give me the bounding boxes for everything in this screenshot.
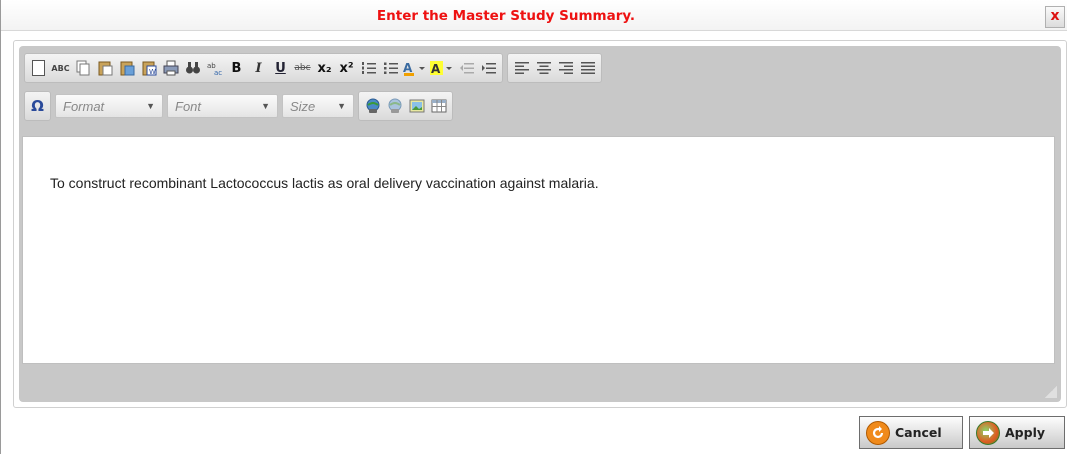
apply-button-label: Apply (1005, 425, 1046, 440)
dialog-titlebar: Enter the Master Study Summary. x (1, 0, 1067, 31)
toolbar-row-1: ABC W ab ac B I U abc x₂ x² A A (24, 53, 602, 83)
svg-text:W: W (149, 68, 156, 76)
chevron-down-icon: ▼ (261, 101, 270, 111)
align-right-icon[interactable] (556, 58, 575, 78)
justify-icon[interactable] (578, 58, 597, 78)
paste-icon[interactable] (95, 58, 114, 78)
numbered-list-icon[interactable] (359, 58, 378, 78)
special-char-icon[interactable]: Ω (28, 96, 47, 116)
strikethrough-icon[interactable]: abc (293, 58, 312, 78)
font-select-label: Font (175, 98, 202, 114)
italic-icon[interactable]: I (249, 58, 268, 78)
subscript-icon[interactable]: x₂ (315, 58, 334, 78)
svg-text:ac: ac (214, 69, 222, 76)
svg-text:A: A (403, 61, 413, 75)
table-icon[interactable] (429, 96, 448, 116)
superscript-icon[interactable]: x² (337, 58, 356, 78)
size-select[interactable]: Size ▼ (282, 94, 354, 118)
rich-text-editor: ABC W ab ac B I U abc x₂ x² A A Ω Format… (13, 40, 1067, 408)
underline-icon[interactable]: U (271, 58, 290, 78)
apply-button[interactable]: Apply (969, 416, 1065, 449)
editor-content-area[interactable]: To construct recombinant Lactococcus lac… (22, 136, 1055, 364)
toolbar-group-insert (358, 91, 453, 121)
link-icon[interactable] (363, 96, 382, 116)
svg-text:A: A (431, 62, 441, 76)
image-icon[interactable] (407, 96, 426, 116)
format-select-label: Format (63, 98, 105, 114)
toolbar-row-2: Ω Format ▼ Font ▼ Size ▼ (24, 91, 453, 121)
indent-icon[interactable] (479, 58, 498, 78)
close-button[interactable]: x (1045, 6, 1065, 28)
new-page-icon[interactable] (29, 58, 48, 78)
align-left-icon[interactable] (512, 58, 531, 78)
toolbar-group-formatting: ABC W ab ac B I U abc x₂ x² A A (24, 53, 503, 83)
spell-check-icon[interactable]: ABC (51, 58, 70, 78)
bullet-list-icon[interactable] (381, 58, 400, 78)
cancel-icon (866, 420, 890, 445)
replace-icon[interactable]: ab ac (205, 58, 224, 78)
background-color-icon[interactable]: A (430, 58, 454, 78)
print-icon[interactable] (161, 58, 180, 78)
resize-handle[interactable] (1045, 386, 1057, 398)
toolbar-group-alignment (507, 53, 602, 83)
editor-frame: ABC W ab ac B I U abc x₂ x² A A Ω Format… (19, 46, 1061, 402)
toolbar-group-special: Ω (24, 91, 51, 121)
bold-icon[interactable]: B (227, 58, 246, 78)
font-select[interactable]: Font ▼ (167, 94, 278, 118)
copy-icon[interactable] (73, 58, 92, 78)
summary-dialog: Enter the Master Study Summary. x ABC W … (0, 0, 1067, 454)
editor-text: To construct recombinant Lactococcus lac… (50, 175, 599, 191)
dialog-title: Enter the Master Study Summary. (376, 8, 636, 24)
cancel-button[interactable]: Cancel (859, 416, 963, 449)
apply-icon (976, 420, 1000, 445)
format-select[interactable]: Format ▼ (55, 94, 163, 118)
paste-word-icon[interactable]: W (139, 58, 158, 78)
paste-text-icon[interactable] (117, 58, 136, 78)
cancel-button-label: Cancel (895, 425, 942, 440)
text-color-icon[interactable]: A (403, 58, 427, 78)
find-icon[interactable] (183, 58, 202, 78)
unlink-icon[interactable] (385, 96, 404, 116)
chevron-down-icon: ▼ (337, 101, 346, 111)
align-center-icon[interactable] (534, 58, 553, 78)
chevron-down-icon: ▼ (146, 101, 155, 111)
size-select-label: Size (290, 98, 316, 114)
outdent-icon[interactable] (457, 58, 476, 78)
